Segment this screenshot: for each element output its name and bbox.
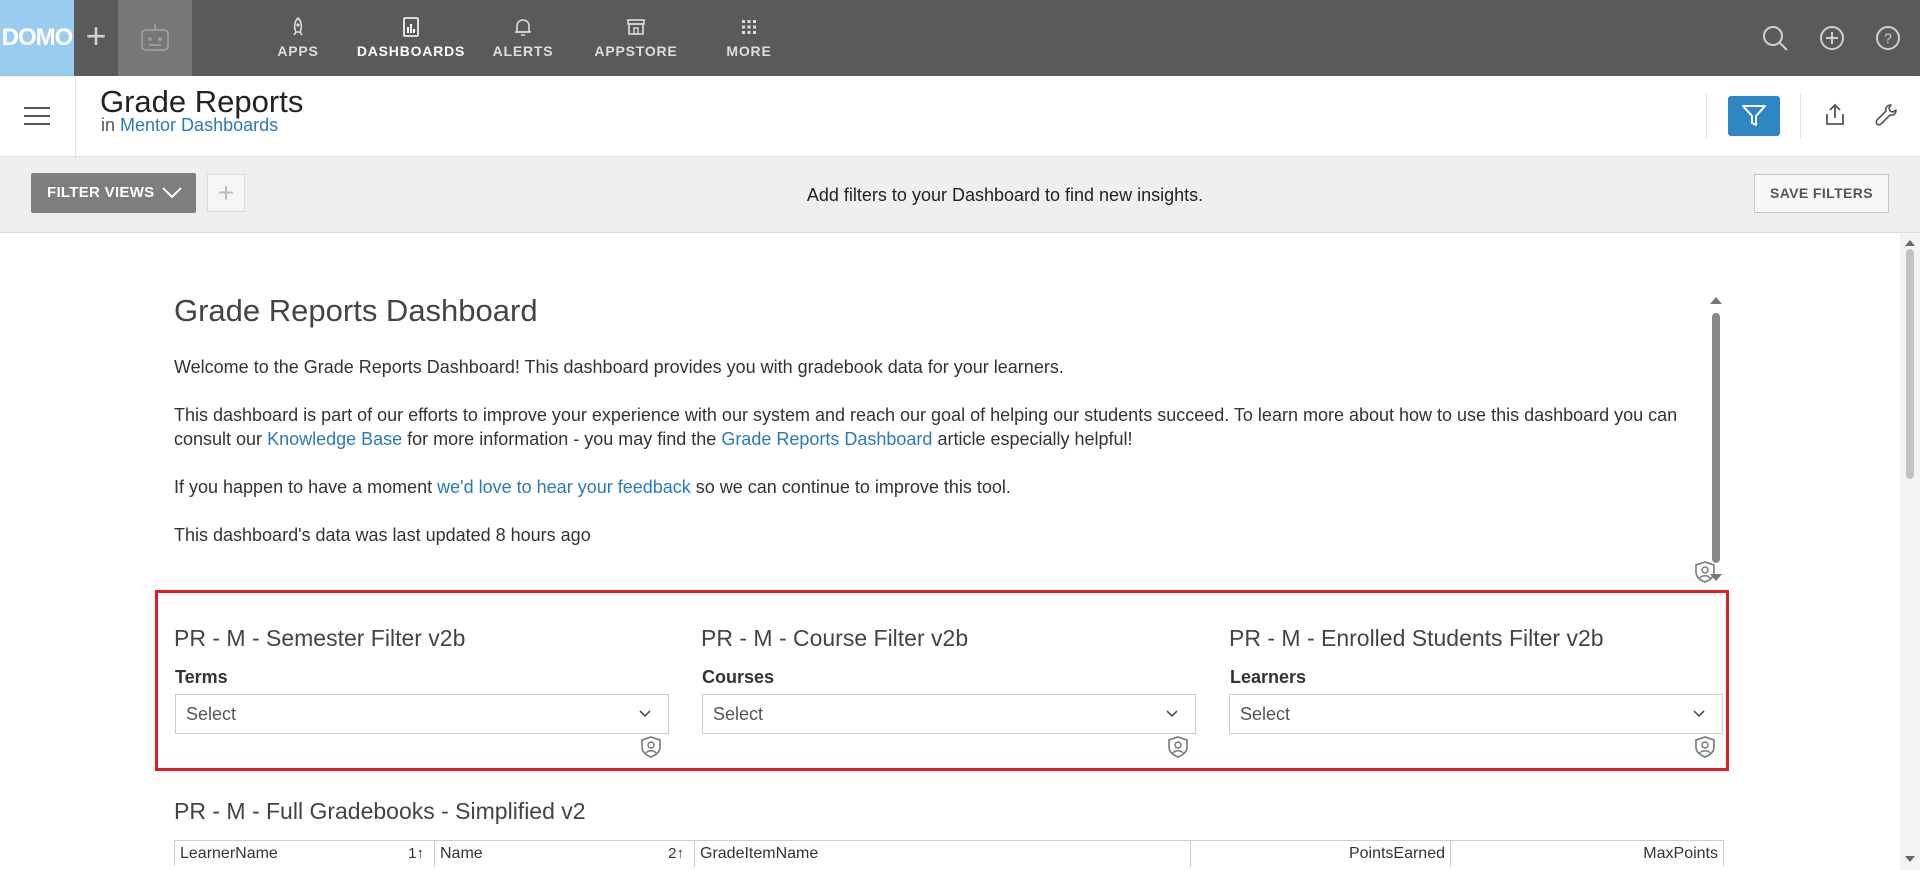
- page-scrollbar-thumb[interactable]: [1906, 249, 1914, 479]
- filter-permissions-icon[interactable]: [640, 735, 662, 759]
- bell-icon: [515, 19, 531, 36]
- intro-paragraph-1: Welcome to the Grade Reports Dashboard! …: [174, 357, 1064, 377]
- column-label: GradeItemName: [700, 845, 819, 862]
- course-filter-title: PR - M - Course Filter v2b: [701, 625, 969, 651]
- grade-reports-article-link[interactable]: Grade Reports Dashboard: [721, 429, 932, 449]
- share-icon[interactable]: [1822, 102, 1848, 128]
- scroll-up-arrow[interactable]: [1904, 239, 1916, 247]
- column-label: LearnerName: [180, 845, 278, 862]
- terms-label: Terms: [175, 667, 228, 687]
- inner-scroll-up-arrow[interactable]: [1709, 295, 1723, 305]
- column-header-learnername[interactable]: LearnerName 1↑: [175, 841, 435, 867]
- nav-alerts[interactable]: ALERTS: [490, 0, 556, 76]
- p2-text-b: for more information - you may find the: [402, 429, 722, 449]
- p3-text-b: so we can continue to improve this tool.: [690, 477, 1011, 497]
- nav-apps[interactable]: APPS: [268, 0, 328, 76]
- column-header-maxpoints[interactable]: MaxPoints: [1451, 841, 1723, 867]
- feedback-link[interactable]: we'd love to hear your feedback: [437, 477, 691, 497]
- nav-apps-label: APPS: [277, 43, 319, 59]
- terms-select-value: Select: [186, 704, 237, 724]
- header-divider: [75, 76, 76, 156]
- p2-text-c: article especially helpful!: [932, 429, 1133, 449]
- filters-highlight-box: [155, 590, 1729, 771]
- save-filters-button[interactable]: SAVE FILTERS: [1754, 174, 1889, 213]
- dashboard-icon: [403, 17, 419, 37]
- filter-button[interactable]: [1728, 96, 1780, 136]
- learners-select[interactable]: Select: [1229, 694, 1723, 734]
- semester-filter-title: PR - M - Semester Filter v2b: [174, 625, 466, 651]
- nav-more-label: MORE: [726, 43, 772, 59]
- intro-paragraph-3: If you happen to have a moment we'd love…: [174, 475, 1694, 499]
- chevron-down-icon: [1166, 710, 1178, 718]
- nav-dashboards-label: DASHBOARDS: [356, 43, 466, 59]
- add-circle-icon[interactable]: [1818, 24, 1846, 52]
- help-icon[interactable]: ?: [1874, 24, 1902, 52]
- learners-label: Learners: [1230, 667, 1307, 687]
- header-divider: [1800, 94, 1801, 138]
- gradebook-table-header: LearnerName 1↑ Name 2↑ GradeItemName Poi…: [174, 840, 1724, 867]
- courses-label: Courses: [702, 667, 775, 687]
- knowledge-base-link[interactable]: Knowledge Base: [267, 429, 402, 449]
- hamburger-menu-icon[interactable]: [24, 106, 50, 126]
- store-icon: [627, 19, 645, 35]
- terms-select[interactable]: Select: [175, 694, 669, 734]
- p3-text-a: If you happen to have a moment: [174, 477, 438, 497]
- courses-select[interactable]: Select: [702, 694, 1196, 734]
- svg-text:?: ?: [1884, 30, 1892, 46]
- domo-logo[interactable]: DOMO: [0, 0, 74, 76]
- chevron-down-icon: [639, 710, 651, 718]
- sort-indicator: 1↑: [408, 845, 424, 862]
- column-header-gradeitemname[interactable]: GradeItemName: [695, 841, 1191, 867]
- dashboard-header: Grade Reports in Mentor Dashboards: [0, 76, 1920, 157]
- last-updated-text: This dashboard's data was last updated 8…: [174, 525, 591, 545]
- courses-select-value: Select: [713, 704, 764, 724]
- sort-indicator: 2↑: [668, 845, 684, 862]
- card-permissions-icon[interactable]: [1694, 560, 1716, 584]
- column-header-name[interactable]: Name 2↑: [435, 841, 695, 867]
- robot-icon: [141, 24, 169, 51]
- filter-permissions-icon[interactable]: [1167, 735, 1189, 759]
- page-location: in Mentor Dashboards: [101, 115, 278, 136]
- search-icon[interactable]: [1761, 24, 1789, 52]
- chevron-down-icon: [1693, 710, 1705, 718]
- location-prefix: in: [101, 115, 116, 135]
- location-link[interactable]: Mentor Dashboards: [120, 115, 278, 135]
- filter-bar: FILTER VIEWS + Add filters to your Dashb…: [0, 157, 1920, 233]
- grid-icon: [742, 20, 756, 34]
- enrolled-students-filter-title: PR - M - Enrolled Students Filter v2b: [1229, 625, 1604, 651]
- top-nav-bar: DOMO + APPS DASHBOARDS ALERTS APPSTORE M…: [0, 0, 1920, 76]
- add-icon[interactable]: +: [74, 0, 118, 76]
- robot-assistant-button[interactable]: [118, 0, 192, 76]
- scroll-down-arrow[interactable]: [1904, 855, 1916, 863]
- rocket-icon: [293, 16, 303, 36]
- intro-paragraph-2: This dashboard is part of our efforts to…: [174, 403, 1694, 451]
- nav-appstore-label: APPSTORE: [594, 43, 678, 59]
- gradebook-table-title: PR - M - Full Gradebooks - Simplified v2: [174, 798, 586, 824]
- nav-alerts-label: ALERTS: [492, 43, 554, 59]
- inner-scrollbar-thumb[interactable]: [1712, 313, 1720, 563]
- column-label: PointsEarned: [1348, 845, 1445, 862]
- nav-dashboards[interactable]: DASHBOARDS: [355, 0, 467, 76]
- column-label: MaxPoints: [1643, 845, 1718, 862]
- learners-select-value: Select: [1240, 704, 1291, 724]
- nav-more[interactable]: MORE: [722, 0, 776, 76]
- header-divider: [1706, 94, 1707, 138]
- filter-icon: [1742, 105, 1766, 126]
- intro-card-title: Grade Reports Dashboard: [174, 293, 538, 328]
- wrench-icon[interactable]: [1874, 102, 1900, 128]
- column-label: Name: [440, 845, 483, 862]
- filter-bar-message: Add filters to your Dashboard to find ne…: [806, 185, 1204, 205]
- filter-permissions-icon[interactable]: [1694, 735, 1716, 759]
- dashboard-content: Grade Reports Dashboard Welcome to the G…: [0, 233, 1920, 870]
- nav-appstore[interactable]: APPSTORE: [594, 0, 678, 76]
- column-header-pointsearned[interactable]: PointsEarned: [1191, 841, 1451, 867]
